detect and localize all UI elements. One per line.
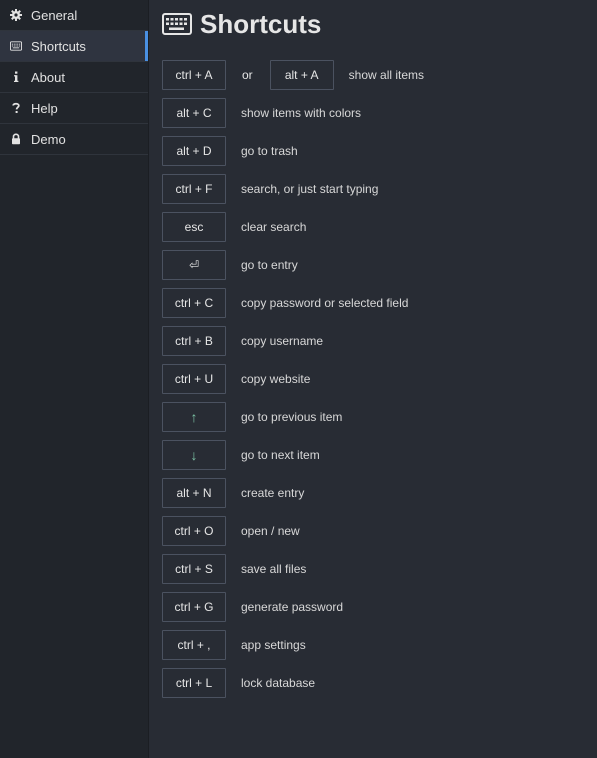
shortcut-row: ⏎ go to entry	[162, 249, 597, 281]
sidebar-item-general[interactable]: General	[0, 0, 148, 31]
shortcut-key: alt + D	[162, 136, 226, 166]
shortcut-key: ↑	[162, 402, 226, 432]
shortcut-description: app settings	[241, 638, 306, 652]
shortcut-row: ↓ go to next item	[162, 439, 597, 471]
or-label: or	[242, 68, 253, 82]
shortcut-description: go to previous item	[241, 410, 343, 424]
shortcut-description: copy website	[241, 372, 311, 386]
shortcut-row: ctrl + S save all files	[162, 553, 597, 585]
shortcut-row: ctrl + C copy password or selected field	[162, 287, 597, 319]
shortcut-key: ctrl + S	[162, 554, 226, 584]
shortcut-row-show-all: ctrl + A or alt + A show all items	[162, 59, 597, 91]
shortcut-key: esc	[162, 212, 226, 242]
shortcut-row: ctrl + G generate password	[162, 591, 597, 623]
shortcut-key: ctrl + C	[162, 288, 226, 318]
shortcut-key: alt + C	[162, 98, 226, 128]
shortcut-key: ctrl + F	[162, 174, 226, 204]
sidebar-item-label: Help	[31, 100, 58, 116]
shortcut-key: ctrl + B	[162, 326, 226, 356]
shortcut-key: ctrl + A	[162, 60, 226, 90]
sidebar-item-label: Demo	[31, 131, 66, 147]
gear-icon	[10, 9, 22, 21]
shortcut-description: lock database	[241, 676, 316, 690]
shortcut-row: alt + D go to trash	[162, 135, 597, 167]
shortcut-row: ↑ go to previous item	[162, 401, 597, 433]
shortcut-key: ctrl + O	[162, 516, 226, 546]
shortcut-description: copy username	[241, 334, 324, 348]
sidebar-item-shortcuts[interactable]: Shortcuts	[0, 31, 148, 62]
shortcut-description: open / new	[241, 524, 300, 538]
shortcut-key: alt + A	[269, 60, 334, 90]
shortcut-row: alt + C show items with colors	[162, 97, 597, 129]
sidebar-item-label: General	[31, 7, 78, 23]
shortcuts-panel: Shortcuts ctrl + A or alt + A show all i…	[149, 0, 597, 758]
shortcut-key: ctrl + ,	[162, 630, 226, 660]
keyboard-icon	[162, 13, 192, 35]
sidebar-item-label: About	[31, 69, 65, 85]
keyboard-icon	[10, 40, 22, 52]
shortcut-key: ctrl + G	[162, 592, 226, 622]
sidebar-item-demo[interactable]: Demo	[0, 124, 148, 155]
shortcut-description: save all files	[241, 562, 307, 576]
shortcut-row: ctrl + B copy username	[162, 325, 597, 357]
shortcut-description: go to entry	[241, 258, 298, 272]
shortcut-row: esc clear search	[162, 211, 597, 243]
shortcut-description: go to trash	[241, 144, 298, 158]
shortcut-description: go to next item	[241, 448, 320, 462]
app-window: General Shortcuts About Help Demo Shortc…	[0, 0, 597, 758]
lock-icon	[10, 133, 22, 145]
shortcut-row: ctrl + F search, or just start typing	[162, 173, 597, 205]
sidebar-item-help[interactable]: Help	[0, 93, 148, 124]
question-icon	[10, 102, 22, 114]
shortcut-description: generate password	[241, 600, 344, 614]
shortcut-key: alt + N	[162, 478, 226, 508]
shortcut-key: ⏎	[162, 250, 226, 280]
shortcut-row: alt + N create entry	[162, 477, 597, 509]
shortcut-description: show all items	[348, 68, 425, 82]
shortcut-description: show items with colors	[241, 106, 362, 120]
shortcut-description: create entry	[241, 486, 305, 500]
info-icon	[10, 71, 22, 83]
shortcut-row: ctrl + U copy website	[162, 363, 597, 395]
shortcut-key: ↓	[162, 440, 226, 470]
shortcut-description: clear search	[241, 220, 307, 234]
shortcut-list: ctrl + A or alt + A show all items alt +…	[162, 59, 597, 699]
shortcut-row: ctrl + L lock database	[162, 667, 597, 699]
shortcut-key: ctrl + L	[162, 668, 226, 698]
page-title: Shortcuts	[200, 8, 322, 39]
sidebar-item-label: Shortcuts	[31, 38, 86, 54]
shortcut-row: ctrl + , app settings	[162, 629, 597, 661]
shortcut-key: ctrl + U	[162, 364, 226, 394]
shortcut-description: search, or just start typing	[241, 182, 379, 196]
sidebar-item-about[interactable]: About	[0, 62, 148, 93]
page-header: Shortcuts	[162, 4, 597, 44]
shortcut-description: copy password or selected field	[241, 296, 409, 310]
shortcut-row: ctrl + O open / new	[162, 515, 597, 547]
sidebar: General Shortcuts About Help Demo	[0, 0, 149, 758]
